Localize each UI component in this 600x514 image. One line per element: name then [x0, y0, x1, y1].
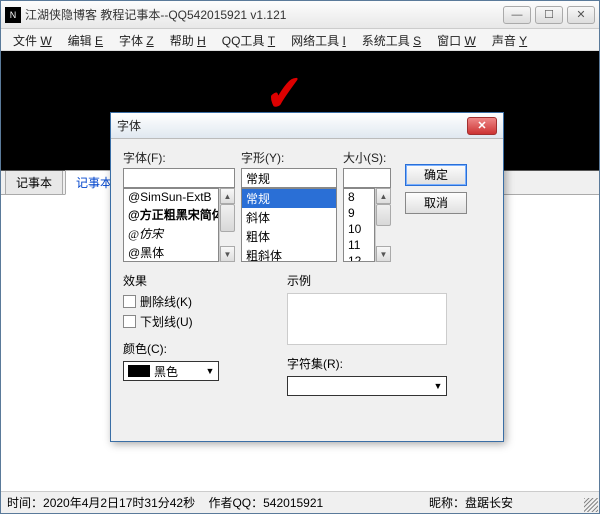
status-nick-label: 昵称：	[429, 496, 465, 510]
menubar: 文件 W编辑 E字体 Z帮助 HQQ工具 T网络工具 I系统工具 S窗口 W声音…	[1, 29, 599, 51]
font-list-item[interactable]: @黑体	[124, 243, 218, 262]
font-list-item[interactable]: @仿宋	[124, 224, 218, 243]
ok-button[interactable]: 确定	[405, 164, 467, 186]
resize-grip-icon[interactable]	[584, 498, 598, 512]
size-list-item[interactable]: 11	[344, 237, 374, 253]
chevron-down-icon[interactable]: ▼	[202, 366, 218, 376]
size-list-item[interactable]: 8	[344, 189, 374, 205]
status-nick: 昵称：盘踞长安	[429, 494, 513, 511]
size-list-item[interactable]: 9	[344, 205, 374, 221]
color-name: 黑色	[154, 363, 202, 380]
tab-记事本[interactable]: 记事本	[5, 170, 63, 194]
status-time: 时间：2020年4月2日17时31分42秒 作者QQ：542015921	[7, 494, 323, 511]
underline-checkbox-row[interactable]: 下划线(U)	[123, 313, 263, 330]
status-author-value: 542015921	[263, 496, 323, 510]
menu-item-帮助[interactable]: 帮助 H	[162, 29, 214, 50]
style-list-item[interactable]: 粗体	[242, 227, 336, 246]
underline-label: 下划线(U)	[140, 313, 193, 330]
strikethrough-label: 删除线(K)	[140, 293, 192, 310]
menu-item-QQ工具[interactable]: QQ工具 T	[214, 29, 283, 50]
color-swatch	[128, 365, 150, 377]
scroll-down-icon[interactable]: ▼	[376, 246, 391, 262]
status-time-label: 时间：	[7, 496, 43, 510]
underline-checkbox[interactable]	[123, 315, 136, 328]
charset-combobox[interactable]: ▼	[287, 376, 447, 396]
statusbar: 时间：2020年4月2日17时31分42秒 作者QQ：542015921 昵称：…	[1, 491, 599, 513]
size-list-item[interactable]: 12	[344, 253, 374, 262]
menu-item-网络工具[interactable]: 网络工具 I	[283, 29, 354, 50]
menu-item-系统工具[interactable]: 系统工具 S	[354, 29, 429, 50]
status-time-value: 2020年4月2日17时31分42秒	[43, 496, 195, 510]
minimize-button[interactable]: —	[503, 6, 531, 24]
font-dialog: 字体 ✕ 字体(F): @SimSun-ExtB@方正粗黑宋简体@仿宋@黑体 ▲…	[110, 112, 504, 442]
dialog-body: 字体(F): @SimSun-ExtB@方正粗黑宋简体@仿宋@黑体 ▲ ▼ 字形…	[111, 139, 503, 441]
scroll-down-icon[interactable]: ▼	[220, 246, 235, 262]
menu-item-文件[interactable]: 文件 W	[5, 29, 60, 50]
strikethrough-checkbox-row[interactable]: 删除线(K)	[123, 293, 263, 310]
cancel-button[interactable]: 取消	[405, 192, 467, 214]
style-list-item[interactable]: 斜体	[242, 208, 336, 227]
font-label: 字体(F):	[123, 149, 235, 166]
maximize-button[interactable]: ☐	[535, 6, 563, 24]
effects-label: 效果	[123, 272, 263, 289]
style-list-item[interactable]: 常规	[242, 189, 336, 208]
chevron-down-icon[interactable]: ▼	[430, 381, 446, 391]
scroll-up-icon[interactable]: ▲	[376, 188, 391, 204]
font-list-item[interactable]: @SimSun-ExtB	[124, 189, 218, 205]
strikethrough-checkbox[interactable]	[123, 295, 136, 308]
size-label: 大小(S):	[343, 149, 391, 166]
titlebar[interactable]: N 江湖侠隐博客 教程记事本--QQ542015921 v1.121 — ☐ ✕	[1, 1, 599, 29]
color-combobox[interactable]: 黑色 ▼	[123, 361, 219, 381]
color-label: 颜色(C):	[123, 340, 263, 357]
window-title: 江湖侠隐博客 教程记事本--QQ542015921 v1.121	[25, 6, 499, 23]
font-input[interactable]	[123, 168, 235, 188]
dialog-title: 字体	[117, 117, 467, 134]
menu-item-字体[interactable]: 字体 Z	[111, 29, 162, 50]
dialog-close-button[interactable]: ✕	[467, 117, 497, 135]
style-listbox[interactable]: 常规斜体粗体粗斜体	[241, 188, 337, 262]
size-list-item[interactable]: 10	[344, 221, 374, 237]
sample-box	[287, 293, 447, 345]
font-listbox[interactable]: @SimSun-ExtB@方正粗黑宋简体@仿宋@黑体	[123, 188, 219, 262]
style-label: 字形(Y):	[241, 149, 337, 166]
charset-label: 字符集(R):	[287, 355, 447, 372]
app-icon: N	[5, 7, 21, 23]
scroll-up-icon[interactable]: ▲	[220, 188, 235, 204]
style-input[interactable]	[241, 168, 337, 188]
style-list-item[interactable]: 粗斜体	[242, 246, 336, 262]
status-author-label: 作者QQ：	[208, 496, 263, 510]
menu-item-窗口[interactable]: 窗口 W	[429, 29, 484, 50]
sample-label: 示例	[287, 272, 447, 289]
status-nick-value: 盘踞长安	[465, 496, 513, 510]
size-listbox[interactable]: 891011121416	[343, 188, 375, 262]
close-button[interactable]: ✕	[567, 6, 595, 24]
size-list-scrollbar[interactable]: ▲ ▼	[375, 188, 391, 262]
dialog-titlebar[interactable]: 字体 ✕	[111, 113, 503, 139]
size-input[interactable]	[343, 168, 391, 188]
font-list-item[interactable]: @方正粗黑宋简体	[124, 205, 218, 224]
menu-item-声音[interactable]: 声音 Y	[484, 29, 535, 50]
font-list-scrollbar[interactable]: ▲ ▼	[219, 188, 235, 262]
menu-item-编辑[interactable]: 编辑 E	[60, 29, 111, 50]
